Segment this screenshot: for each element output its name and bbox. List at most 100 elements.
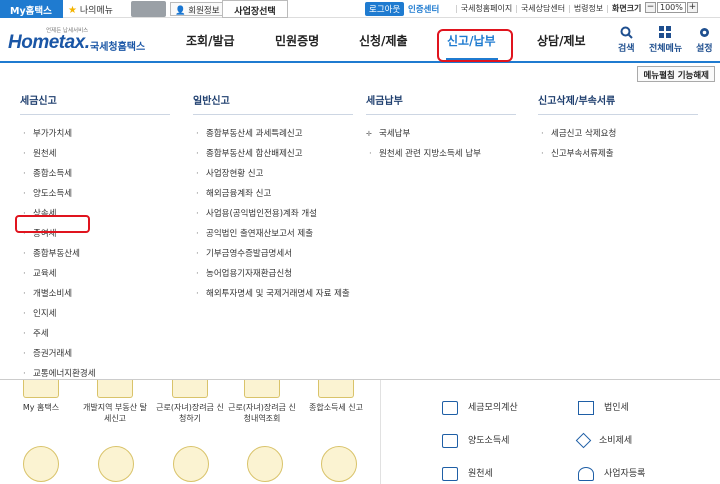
menu-item-global-income-tax[interactable]: 종합소득세 [20, 169, 170, 189]
person-icon [578, 466, 594, 481]
search-tool[interactable]: 검색 [618, 26, 635, 54]
gear-icon [699, 28, 709, 37]
quick-link-earned-income-inquiry[interactable]: 근로(자녀)장려금 신청내역조회 [227, 380, 297, 424]
all-menu-label: 전체메뉴 [649, 44, 683, 54]
content-divider [380, 380, 381, 484]
mobile-icon[interactable] [321, 446, 357, 482]
search-icon [620, 26, 633, 39]
menu-column-general-report: 일반신고 종합부동산세 과세특례신고 종합부동산세 합산배제신고 사업장현황 신… [193, 92, 353, 319]
tax-document-icon [318, 380, 354, 398]
grid-menu-icon [659, 26, 672, 38]
service-consumption-tax[interactable]: 소비제세 [575, 432, 633, 449]
nav-civil-certificate[interactable]: 민원증명 [275, 32, 319, 49]
nts-homepage-link[interactable]: 국세청홈페이지 [461, 4, 513, 13]
document-won-icon[interactable] [98, 446, 134, 482]
menu-item[interactable]: 교육세 [20, 269, 170, 289]
cert-center-link[interactable]: 인증센터 [408, 3, 439, 15]
hometax-logo[interactable]: 언제든 납세서비스 Hometax. 국세청홈택스 [8, 26, 148, 56]
screen-size-label: 화면크기 [611, 4, 642, 13]
money-icon[interactable] [173, 446, 209, 482]
service-label: 사업자등록 [604, 469, 646, 479]
service-corporate-tax[interactable]: 법인세 [578, 400, 629, 415]
nav-inquiry-issue[interactable]: 조회/발급 [186, 32, 235, 49]
quick-link-development-area[interactable]: 개발지역 부동산 탈세신고 [80, 380, 150, 424]
zoom-control: −100% + [645, 2, 698, 13]
nav-apply-submit[interactable]: 신청/제출 [359, 32, 408, 49]
service-label: 소비제세 [599, 436, 633, 446]
column-title: 세금납부 [366, 92, 516, 115]
service-withholding-tax[interactable]: 원천세 [442, 466, 493, 481]
logo-brand: Hometax. [8, 32, 90, 53]
menu-item[interactable]: 사업장현황 신고 [193, 169, 353, 189]
menu-item[interactable]: 원천세 관련 지방소득세 납부 [366, 149, 516, 169]
main-header: 언제든 납세서비스 Hometax. 국세청홈택스 조회/발급 민원증명 신청/… [0, 18, 720, 63]
business-select-button[interactable]: 사업장선택 [222, 0, 288, 18]
service-capital-gains-tax[interactable]: 양도소득세 [442, 433, 509, 448]
menu-item[interactable]: 기부금영수증발급명세서 [193, 249, 353, 269]
menu-item[interactable]: 농어업용기자재환급신청 [193, 269, 353, 289]
column-title: 일반신고 [193, 92, 353, 115]
settings-tool[interactable]: 설정 [696, 26, 713, 54]
menu-expand-release-button[interactable]: 메뉴펼침 기능해제 [637, 66, 715, 82]
calculator-icon [442, 400, 458, 415]
service-label: 양도소득세 [468, 436, 510, 446]
menu-item[interactable]: 주세 [20, 329, 170, 349]
document-won-icon [97, 380, 133, 398]
menu-item[interactable]: 양도소득세 [20, 189, 170, 209]
mega-menu-panel: 메뉴펼침 기능해제 세금신고 부가가치세 원천세 종합소득세 양도소득세 상속세… [0, 64, 720, 380]
zoom-in-button[interactable]: + [686, 2, 698, 13]
user-icon: 👤 [175, 6, 186, 16]
menu-item[interactable]: 종합부동산세 [20, 249, 170, 269]
logout-button[interactable]: 로그아웃 [365, 2, 405, 16]
service-business-registration[interactable]: 사업자등록 [578, 466, 645, 481]
column-title: 세금신고 [20, 92, 170, 115]
menu-item[interactable]: 해외금융계좌 신고 [193, 189, 353, 209]
menu-item[interactable]: 원천세 [20, 149, 170, 169]
menu-item[interactable]: 인지세 [20, 309, 170, 329]
page-content-below: My 홈택스 개발지역 부동산 탈세신고 근로(자녀)장려금 신청하기 근로(자… [0, 380, 720, 484]
hand-coin-icon[interactable] [247, 446, 283, 482]
menu-item[interactable]: 부가가치세 [20, 129, 170, 149]
quick-link-my-hometax[interactable]: My 홈택스 [6, 380, 76, 413]
my-hometax-icon [23, 380, 59, 398]
nav-consult-report[interactable]: 상담/제보 [537, 32, 586, 49]
tax-consult-link[interactable]: 국세상담센터 [521, 4, 565, 13]
service-label: 세금모의계산 [468, 403, 518, 413]
menu-item[interactable]: 종합부동산세 과세특례신고 [193, 129, 353, 149]
my-menu-link[interactable]: ★ 나의메뉴 [68, 3, 113, 16]
zoom-out-button[interactable]: − [645, 2, 656, 13]
law-info-link[interactable]: 법령정보 [574, 4, 603, 13]
menu-item[interactable]: 세금신고 삭제요청 [538, 129, 698, 149]
menu-item[interactable]: 사업용(공익법인전용)계좌 개설 [193, 209, 353, 229]
quick-link-label: 근로(자녀)장려금 신청하기 [156, 403, 224, 423]
menu-item[interactable]: 해외투자명세 및 국제거래명세 자료 제출 [193, 289, 353, 319]
member-info-label: 회원정보 [188, 6, 220, 16]
certificate-icon[interactable] [23, 446, 59, 482]
menu-column-tax-payment: 세금납부 국세납부 원천세 관련 지방소득세 납부 [366, 92, 516, 169]
service-tax-simulation[interactable]: 세금모의계산 [442, 400, 518, 415]
diamond-icon [575, 432, 592, 449]
coin-search-icon [244, 380, 280, 398]
building-icon [578, 400, 594, 415]
menu-item[interactable]: 종합부동산세 합산배제신고 [193, 149, 353, 169]
receipt-icon [442, 466, 458, 481]
menu-item[interactable]: 신고부속서류제출 [538, 149, 698, 169]
menu-item[interactable]: 개별소비세 [20, 289, 170, 309]
service-label: 원천세 [468, 469, 493, 479]
document-pen-icon [442, 433, 458, 448]
menu-item-national-tax-payment[interactable]: 국세납부 [366, 129, 516, 149]
menu-column-report-delete: 신고삭제/부속서류 세금신고 삭제요청 신고부속서류제출 [538, 92, 698, 169]
coin-icon [172, 380, 208, 398]
highlight-box-menu-item [15, 215, 90, 233]
quick-link-label: 종합소득세 신고 [308, 403, 364, 412]
service-label: 법인세 [604, 403, 629, 413]
my-hometax-tab[interactable]: My홈택스 [0, 0, 63, 18]
user-name-masked [131, 1, 166, 17]
member-info-button[interactable]: 👤 회원정보 [170, 2, 225, 16]
quick-link-global-income-tax[interactable]: 종합소득세 신고 [301, 380, 371, 413]
menu-item[interactable]: 증권거래세 [20, 349, 170, 369]
quick-link-earned-income-apply[interactable]: 근로(자녀)장려금 신청하기 [155, 380, 225, 424]
all-menu-tool[interactable]: 전체메뉴 [649, 26, 682, 54]
quick-link-label: My 홈택스 [22, 403, 60, 412]
menu-item[interactable]: 공익법인 출연재산보고서 제출 [193, 229, 353, 249]
